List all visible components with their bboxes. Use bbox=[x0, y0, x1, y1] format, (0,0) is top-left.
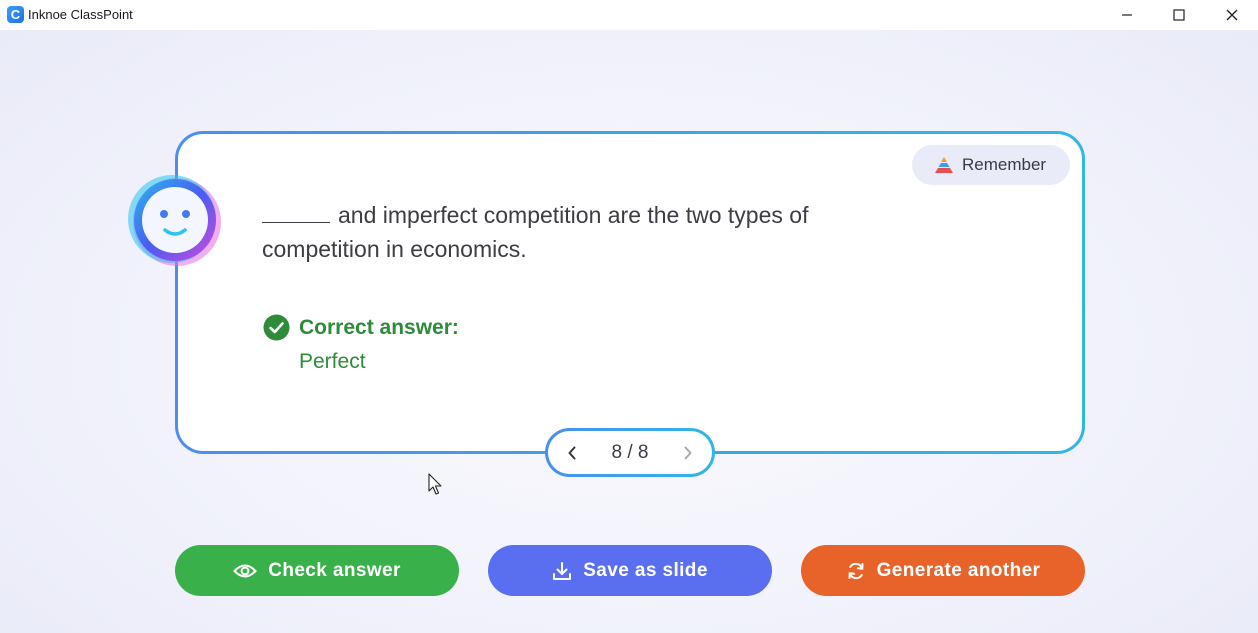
generate-another-button[interactable]: Generate another bbox=[801, 545, 1085, 596]
smiley-avatar-icon bbox=[127, 172, 223, 268]
bloom-level-label: Remember bbox=[962, 155, 1047, 174]
answer-blank bbox=[262, 222, 330, 223]
save-as-slide-label: Save as slide bbox=[583, 559, 708, 581]
question-text: and imperfect competition are the two ty… bbox=[262, 198, 902, 266]
window-title: Inknoe ClassPoint bbox=[28, 7, 133, 22]
title-bar: C Inknoe ClassPoint bbox=[0, 0, 1258, 30]
app-logo-icon: C bbox=[7, 6, 24, 23]
maximize-icon bbox=[1173, 9, 1185, 21]
save-as-slide-button[interactable]: Save as slide bbox=[488, 545, 772, 596]
eye-icon bbox=[233, 563, 258, 579]
minimize-icon bbox=[1122, 14, 1132, 16]
next-question-button[interactable] bbox=[668, 431, 708, 474]
correct-answer-value: Perfect bbox=[299, 350, 366, 373]
correct-answer-heading: Correct answer: bbox=[263, 314, 459, 341]
pyramid-icon bbox=[934, 156, 954, 174]
bloom-level-badge: Remember bbox=[912, 145, 1070, 185]
check-answer-button[interactable]: Check answer bbox=[175, 545, 459, 596]
question-text-body: and imperfect competition are the two ty… bbox=[262, 202, 809, 262]
check-circle-icon bbox=[263, 314, 290, 341]
check-answer-label: Check answer bbox=[268, 559, 401, 581]
maximize-button[interactable] bbox=[1153, 0, 1205, 30]
minimize-button[interactable] bbox=[1101, 0, 1153, 30]
generate-another-label: Generate another bbox=[876, 559, 1041, 581]
close-icon bbox=[1226, 9, 1238, 21]
correct-answer-label: Correct answer: bbox=[299, 315, 459, 339]
question-pager-body: 8 / 8 bbox=[548, 431, 712, 474]
refresh-icon bbox=[846, 561, 866, 581]
question-pager: 8 / 8 bbox=[545, 428, 715, 477]
chevron-right-icon bbox=[684, 446, 692, 459]
close-button[interactable] bbox=[1206, 0, 1258, 30]
download-icon bbox=[552, 561, 572, 581]
mouse-cursor-icon bbox=[428, 473, 444, 502]
